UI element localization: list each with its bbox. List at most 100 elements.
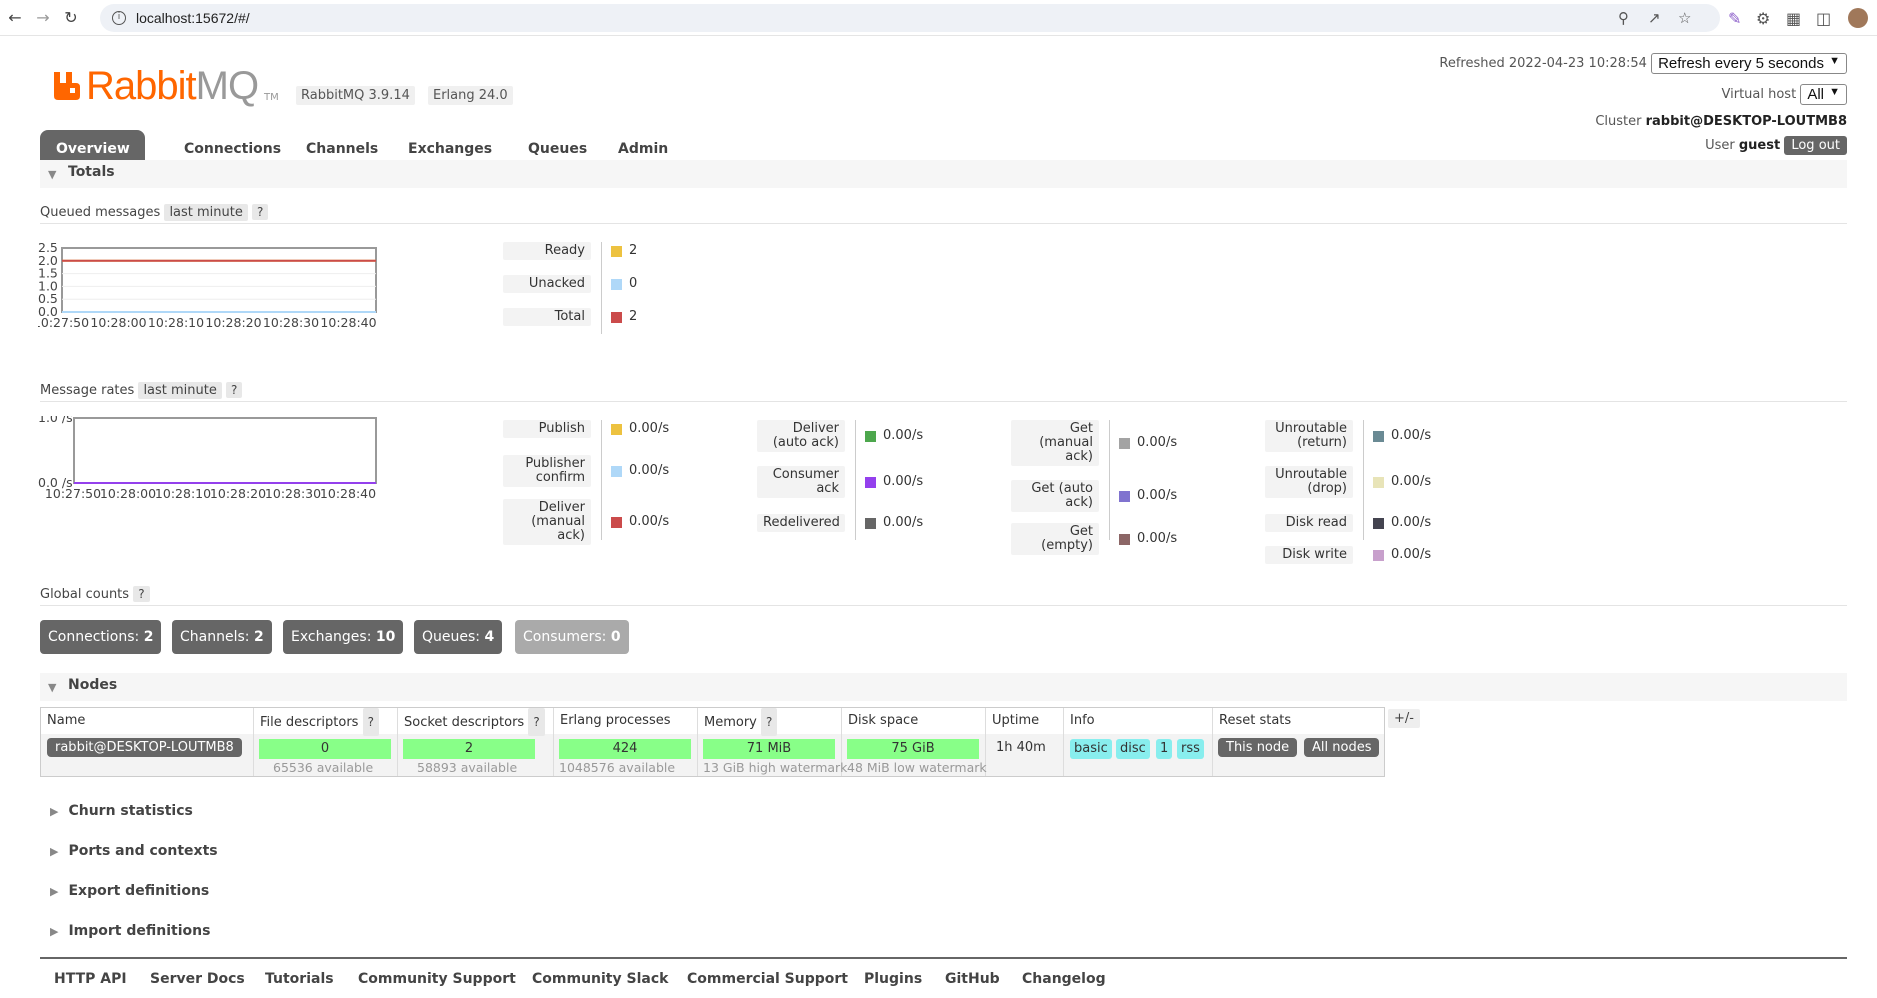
- legend-swatch: [1373, 477, 1384, 488]
- legend-value: 0.00/s: [1391, 515, 1432, 530]
- node-name-link[interactable]: rabbit@DESKTOP-LOUTMB8: [47, 738, 242, 757]
- uptime-value: 1h 40m: [996, 740, 1046, 755]
- cell-file-descriptors: 0 65536 available: [254, 734, 398, 776]
- expand-triangle-icon: ▶: [50, 925, 59, 938]
- footer-link-tutorials[interactable]: Tutorials: [265, 971, 334, 987]
- reload-icon[interactable]: ↻: [62, 9, 80, 27]
- help-button[interactable]: ?: [528, 708, 545, 736]
- export-definitions-section[interactable]: ▶ Export definitions: [50, 883, 209, 899]
- zoom-icon[interactable]: ⚲: [1618, 9, 1629, 27]
- legend-value: 2: [629, 309, 638, 324]
- ep-bar: 424: [559, 739, 691, 759]
- expand-triangle-icon: ▶: [50, 805, 59, 818]
- chevron-down-icon: ▼: [1829, 86, 1840, 98]
- footer-link-http-api[interactable]: HTTP API: [54, 971, 127, 987]
- connections-count-button[interactable]: Connections: 2: [40, 620, 162, 654]
- reset-all-nodes-button[interactable]: All nodes: [1304, 738, 1380, 757]
- legend-key: Disk read: [1265, 514, 1353, 532]
- legend-value: 0.00/s: [1137, 435, 1178, 450]
- legend-key: Disk write: [1265, 546, 1353, 564]
- x-tick-label: 10:27:50: [45, 486, 101, 501]
- site-info-icon[interactable]: i: [112, 11, 126, 25]
- expand-triangle-icon: ▶: [50, 845, 59, 858]
- message-rates-header: Message rates last minute ?: [40, 380, 1847, 402]
- url-text: localhost:15672/#/: [136, 10, 250, 26]
- footer-link-changelog[interactable]: Changelog: [1022, 971, 1106, 987]
- consumers-count-button[interactable]: Consumers: 0: [515, 620, 629, 654]
- queues-count-button[interactable]: Queues: 4: [414, 620, 503, 654]
- legend-swatch: [865, 518, 876, 529]
- count-label: Consumers:: [523, 629, 607, 645]
- address-bar[interactable]: i localhost:15672/#/ ⚲ ↗ ☆: [100, 4, 1720, 32]
- back-icon[interactable]: ←: [6, 9, 24, 27]
- queued-range-pill[interactable]: last minute: [164, 204, 248, 221]
- vhost-select[interactable]: All ▼: [1800, 84, 1847, 105]
- trademark: TM: [264, 92, 279, 103]
- x-tick-label: 10:28:10: [155, 486, 211, 501]
- legend-value: 0.00/s: [629, 421, 670, 436]
- section-title: Ports and contexts: [68, 843, 218, 859]
- sd-bar: 2: [403, 739, 535, 759]
- help-button[interactable]: ?: [761, 708, 778, 736]
- help-button[interactable]: ?: [252, 204, 269, 220]
- refresh-row: Refreshed 2022-04-23 10:28:54 Refresh ev…: [1439, 53, 1847, 74]
- forward-icon[interactable]: →: [34, 9, 52, 27]
- legend-divider: [1363, 420, 1364, 540]
- vhost-select-value: All: [1807, 86, 1824, 103]
- bookmark-star-icon[interactable]: ☆: [1678, 9, 1691, 27]
- ep-available: 1048576 available: [559, 760, 676, 775]
- footer-link-community-support[interactable]: Community Support: [358, 971, 516, 987]
- browser-toolbar: ← → ↻ i localhost:15672/#/ ⚲ ↗ ☆ ✎ ⚙ ▦ ◫: [0, 0, 1877, 36]
- rates-range-pill[interactable]: last minute: [138, 382, 222, 399]
- footer-link-plugins[interactable]: Plugins: [864, 971, 922, 987]
- legend-swatch: [865, 431, 876, 442]
- legend-swatch: [611, 246, 622, 257]
- x-tick-label: 10:28:20: [205, 315, 261, 330]
- fd-bar: 0: [259, 739, 391, 759]
- count-label: Channels:: [180, 629, 250, 645]
- cell-uptime: 1h 40m: [986, 734, 1064, 776]
- legend-key: Ready: [503, 242, 591, 260]
- column-toggle-button[interactable]: +/-: [1388, 709, 1420, 728]
- help-button[interactable]: ?: [362, 708, 379, 736]
- puzzle-icon[interactable]: ▦: [1786, 9, 1801, 28]
- footer-link-server-docs[interactable]: Server Docs: [150, 971, 245, 987]
- info-tag-rss: rss: [1177, 739, 1204, 759]
- side-panel-icon[interactable]: ◫: [1816, 9, 1831, 28]
- collapse-triangle-icon: ▼: [48, 681, 57, 694]
- channels-count-button[interactable]: Channels: 2: [172, 620, 272, 654]
- footer-link-commercial-support[interactable]: Commercial Support: [687, 971, 848, 987]
- extension-icon[interactable]: ⚙: [1756, 9, 1770, 28]
- churn-statistics-section[interactable]: ▶ Churn statistics: [50, 803, 193, 819]
- legend-key: Unroutable (return): [1265, 420, 1353, 452]
- legend-value: 0.00/s: [629, 514, 670, 529]
- section-title: Churn statistics: [68, 803, 193, 819]
- x-tick-label: 10:27:50: [38, 315, 89, 330]
- nodes-section-header[interactable]: ▼ Nodes: [40, 673, 1847, 701]
- footer-link-github[interactable]: GitHub: [945, 971, 1000, 987]
- refresh-select[interactable]: Refresh every 5 seconds ▼: [1651, 53, 1847, 74]
- legend-value: 0.00/s: [883, 515, 924, 530]
- col-label: Memory: [704, 715, 757, 730]
- disk-bar: 75 GiB: [847, 739, 979, 759]
- exchanges-count-button[interactable]: Exchanges: 10: [283, 620, 404, 654]
- footer-link-community-slack[interactable]: Community Slack: [532, 971, 668, 987]
- global-counts-header: Global counts ?: [40, 584, 1847, 606]
- help-button[interactable]: ?: [226, 382, 243, 398]
- col-info: Info: [1064, 708, 1213, 734]
- totals-section-header[interactable]: ▼ Totals: [40, 160, 1847, 188]
- legend-key: Get (manual ack): [1011, 420, 1099, 466]
- sd-available: 58893 available: [417, 760, 518, 775]
- legend-swatch: [1373, 518, 1384, 529]
- ports-contexts-section[interactable]: ▶ Ports and contexts: [50, 843, 218, 859]
- pen-extension-icon[interactable]: ✎: [1728, 9, 1741, 28]
- import-definitions-section[interactable]: ▶ Import definitions: [50, 923, 210, 939]
- profile-avatar[interactable]: [1848, 8, 1868, 28]
- queued-messages-header: Queued messages last minute ?: [40, 202, 1847, 224]
- memory-watermark: 13 GiB high watermark: [703, 760, 848, 775]
- queued-messages-chart: 2.52.01.51.00.50.010:27:50 10:28:00 10:28:…: [38, 240, 377, 330]
- share-icon[interactable]: ↗: [1648, 9, 1661, 27]
- reset-this-node-button[interactable]: This node: [1218, 738, 1298, 757]
- legend-key: Get (empty): [1011, 523, 1099, 555]
- help-button[interactable]: ?: [133, 586, 150, 602]
